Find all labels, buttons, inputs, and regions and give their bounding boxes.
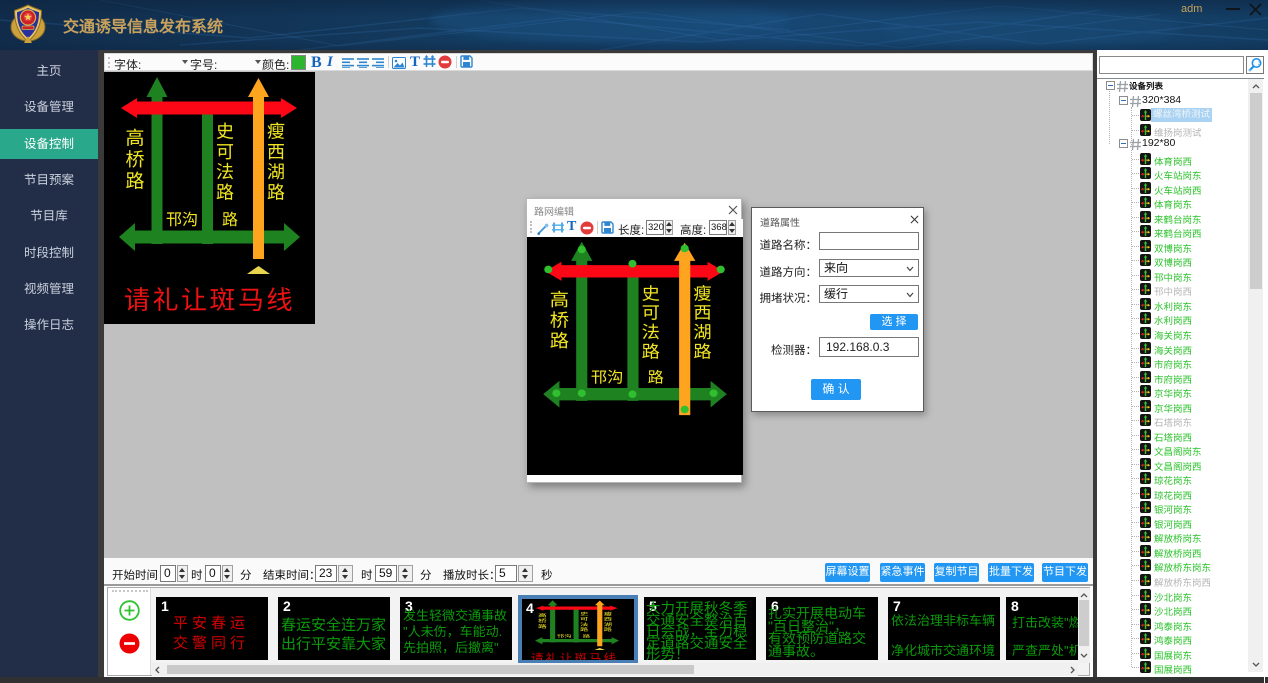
svg-text:可: 可	[216, 142, 234, 162]
svg-text:路: 路	[222, 211, 238, 229]
svg-text:瘦: 瘦	[267, 122, 285, 142]
svg-text:路: 路	[216, 182, 234, 202]
svg-text:高: 高	[125, 128, 144, 149]
svg-text:西: 西	[693, 303, 711, 322]
svg-text:路: 路	[642, 342, 661, 361]
svg-text:西: 西	[604, 617, 613, 622]
svg-text:路: 路	[693, 342, 712, 361]
svg-text:路: 路	[125, 171, 144, 192]
svg-text:路: 路	[648, 369, 664, 386]
svg-text:路: 路	[267, 182, 285, 202]
svg-text:法: 法	[642, 323, 660, 342]
svg-text:湖: 湖	[693, 323, 711, 342]
svg-text:邗沟: 邗沟	[557, 634, 572, 639]
svg-text:邗沟: 邗沟	[166, 211, 198, 229]
svg-text:可: 可	[642, 303, 660, 322]
svg-text:湖: 湖	[604, 622, 613, 627]
svg-text:桥: 桥	[125, 150, 144, 171]
svg-text:路: 路	[538, 624, 547, 629]
svg-text:法: 法	[216, 162, 234, 182]
svg-text:路: 路	[550, 330, 570, 350]
svg-text:史: 史	[642, 284, 661, 303]
svg-text:桥: 桥	[550, 310, 570, 330]
svg-text:桥: 桥	[538, 619, 547, 624]
svg-text:西: 西	[267, 142, 285, 162]
svg-text:瘦: 瘦	[604, 611, 613, 616]
svg-text:高: 高	[538, 613, 547, 618]
svg-text:湖: 湖	[267, 162, 285, 182]
svg-text:瘦: 瘦	[693, 284, 711, 303]
svg-text:高: 高	[550, 289, 569, 309]
svg-text:路: 路	[580, 627, 589, 632]
svg-text:可: 可	[580, 617, 589, 622]
svg-text:史: 史	[216, 122, 234, 142]
svg-text:请礼让斑马线: 请礼让斑马线	[124, 285, 295, 315]
svg-text:路: 路	[604, 627, 613, 632]
svg-text:3: 3	[1258, 61, 1261, 67]
svg-text:史: 史	[580, 611, 589, 616]
svg-text:法: 法	[580, 622, 589, 627]
svg-text:邗沟: 邗沟	[591, 369, 623, 386]
